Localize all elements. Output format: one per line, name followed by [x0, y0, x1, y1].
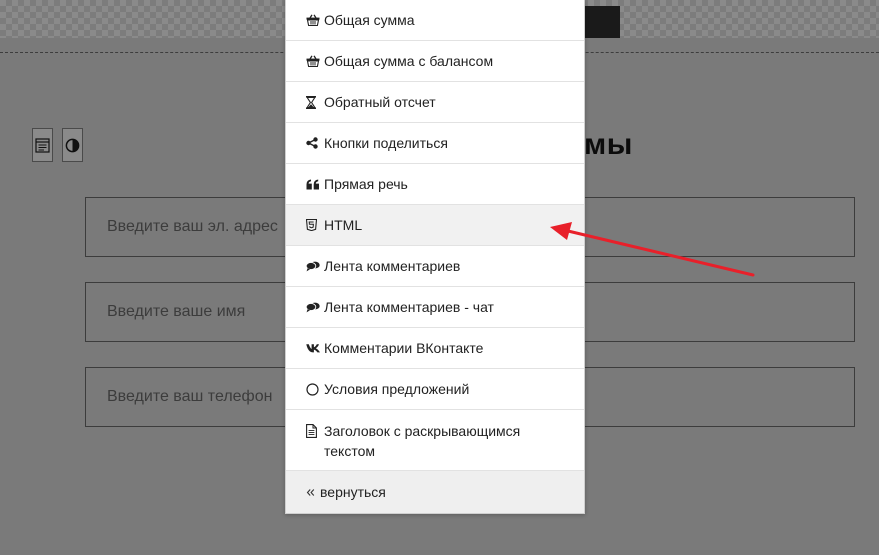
menu-item-total-sum[interactable]: Общая сумма [286, 0, 584, 41]
comments-icon [306, 260, 322, 272]
menu-item-html[interactable]: HTML [286, 205, 584, 246]
back-label: вернуться [320, 484, 386, 500]
menu-item-label: Общая сумма [324, 12, 415, 28]
vk-icon [306, 343, 322, 353]
menu-item-label: HTML [324, 217, 363, 233]
back-button[interactable]: вернуться [286, 471, 584, 513]
basket-icon [306, 55, 322, 67]
html5-icon [306, 219, 322, 231]
block-type-menu: Общая сумма Общая сумма с балансом Обрат [285, 0, 585, 514]
hourglass-icon [306, 95, 322, 109]
menu-item-countdown[interactable]: Обратный отсчет [286, 82, 584, 123]
menu-item-label: Лента комментариев [324, 258, 461, 274]
menu-item-label: Кнопки поделиться [324, 135, 448, 151]
menu-item-offer-terms[interactable]: Условия предложений [286, 369, 584, 410]
name-placeholder: Введите ваше имя [107, 303, 246, 320]
contrast-icon [65, 138, 80, 152]
menu-item-share-buttons[interactable]: Кнопки поделиться [286, 123, 584, 164]
menu-item-comments-feed[interactable]: Лента комментариев [286, 246, 584, 287]
menu-item-vk-comments[interactable]: Комментарии ВКонтакте [286, 328, 584, 369]
menu-item-label: Заголовок с раскрывающимся текстом [324, 423, 521, 459]
form-settings-button[interactable] [32, 128, 53, 162]
share-icon [306, 137, 322, 149]
menu-item-label: Комментарии ВКонтакте [324, 340, 484, 356]
form-icon [35, 137, 50, 153]
menu-item-label: Прямая речь [324, 176, 408, 192]
double-chevron-left-icon [306, 488, 318, 497]
menu-item-label: Обратный отсчет [324, 94, 436, 110]
quote-icon [306, 179, 322, 190]
contrast-toggle-button[interactable] [62, 128, 83, 162]
menu-item-label: Общая сумма с балансом [324, 53, 494, 69]
page-heading: мы [584, 128, 633, 161]
circle-icon [306, 382, 322, 396]
menu-item-label: Лента комментариев - чат [324, 299, 494, 315]
email-placeholder: Введите ваш эл. адрес [107, 218, 278, 235]
comments-icon [306, 301, 322, 313]
menu-item-expandable-heading[interactable]: Заголовок с раскрывающимся текстом [286, 410, 584, 471]
document-icon [306, 424, 322, 438]
menu-item-total-sum-balance[interactable]: Общая сумма с балансом [286, 41, 584, 82]
menu-item-label: Условия предложений [324, 381, 470, 397]
phone-placeholder: Введите ваш телефон [107, 388, 273, 405]
basket-icon [306, 14, 322, 26]
menu-item-direct-speech[interactable]: Прямая речь [286, 164, 584, 205]
menu-item-comments-chat[interactable]: Лента комментариев - чат [286, 287, 584, 328]
